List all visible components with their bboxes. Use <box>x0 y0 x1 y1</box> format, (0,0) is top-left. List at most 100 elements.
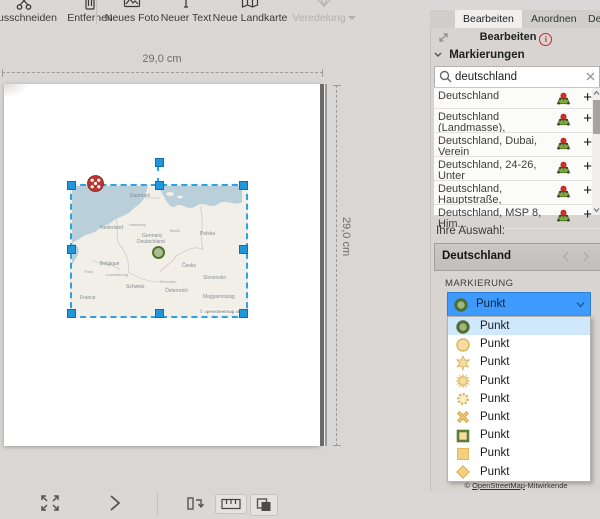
marker-style-label: Punkt <box>480 338 509 350</box>
tab-bearbeiten[interactable]: Bearbeiten <box>455 10 522 28</box>
clear-search-icon[interactable] <box>585 71 596 82</box>
resize-handle-top-right[interactable] <box>239 181 248 190</box>
marker-style-label: Punkt <box>480 356 509 368</box>
scroll-up-icon[interactable] <box>593 90 600 96</box>
search-input[interactable] <box>455 67 577 86</box>
marker-style-option[interactable]: Punkt <box>448 408 590 426</box>
marker-style-icon <box>455 409 471 425</box>
marker-style-option[interactable]: Punkt <box>448 335 590 353</box>
cut-button[interactable]: Ausschneiden <box>0 0 57 27</box>
marker-style-icon <box>455 464 471 480</box>
text-icon <box>179 0 193 10</box>
results-scrollbar[interactable] <box>592 88 600 215</box>
resize-handle-bottom-right[interactable] <box>239 309 248 318</box>
resize-handle-right[interactable] <box>239 245 248 254</box>
marker-style-label: Punkt <box>480 411 509 423</box>
svg-text:München: München <box>160 279 176 284</box>
result-label: Deutschland, Hauptstraße, <box>434 181 600 205</box>
show-on-map-pin-icon[interactable] <box>556 112 571 127</box>
show-on-map-pin-icon[interactable] <box>556 208 571 223</box>
selected-marker-bar[interactable]: Deutschland <box>434 243 600 271</box>
info-icon[interactable]: i <box>539 33 552 46</box>
resize-handle-top[interactable] <box>155 181 164 190</box>
marker-style-icon <box>455 319 471 335</box>
svg-text:Česko: Česko <box>182 262 196 269</box>
scrollbar-thumb[interactable] <box>593 100 600 134</box>
resize-handle-bottom-left[interactable] <box>67 309 76 318</box>
marker-section-label: MARKIERUNG <box>445 278 513 289</box>
marker-style-option[interactable]: Punkt <box>448 390 590 408</box>
marker-style-label: Punkt <box>480 447 509 459</box>
horizontal-measure-line <box>2 72 323 73</box>
map-inline-credit: © openstreetmap.org <box>199 309 243 314</box>
result-row[interactable]: Deutschland + <box>434 88 600 109</box>
tab-anordnen[interactable]: Anordnen <box>523 10 585 28</box>
resize-handle-top-left[interactable] <box>67 181 76 190</box>
page-curl <box>4 84 30 98</box>
next-selection-icon[interactable] <box>582 251 590 262</box>
resize-handle-bottom[interactable] <box>155 309 164 318</box>
new-text-button[interactable]: Neuer Text <box>158 0 214 27</box>
selected-marker-name: Deutschland <box>442 250 511 262</box>
marker-style-options: Punkt Punkt Punkt Punkt Punkt Punkt Punk… <box>447 316 591 482</box>
resize-handle-left[interactable] <box>67 245 76 254</box>
add-marker-button[interactable]: + <box>583 110 592 127</box>
selected-marker-style-icon <box>453 297 469 313</box>
marker-style-option[interactable]: Punkt <box>448 463 590 481</box>
section-markierungen[interactable]: Markierungen <box>434 49 525 61</box>
show-on-map-pin-icon[interactable] <box>556 160 571 175</box>
search-results: Deutschland + Deutschland (Landmasse), +… <box>434 87 600 215</box>
add-marker-button[interactable]: + <box>583 158 592 175</box>
layers-toggle-button[interactable] <box>250 494 278 516</box>
marker-style-option[interactable]: Punkt <box>448 353 590 371</box>
add-marker-button[interactable]: + <box>583 89 592 106</box>
svg-text:Nederland: Nederland <box>100 225 123 231</box>
veredelung-button[interactable]: Veredelung <box>292 0 356 27</box>
result-label: Deutschland, Dubai, Verein <box>434 133 600 157</box>
add-marker-button[interactable]: + <box>583 206 592 223</box>
vertical-measure-line <box>336 85 337 446</box>
marker-style-dropdown[interactable]: Punkt <box>447 292 591 318</box>
toolbar-separator <box>96 0 97 24</box>
diamond-icon <box>316 0 332 7</box>
add-marker-button[interactable]: + <box>583 134 592 151</box>
show-on-map-pin-icon[interactable] <box>556 136 571 151</box>
result-row[interactable]: Deutschland, Hauptstraße, + <box>434 181 600 205</box>
result-row[interactable]: Deutschland (Landmasse), + <box>434 109 600 133</box>
scissors-icon <box>15 0 33 11</box>
result-label: Deutschland, 24-26, Unter <box>434 157 600 181</box>
delete-badge-icon[interactable] <box>87 175 104 192</box>
prev-selection-icon[interactable] <box>562 251 570 262</box>
map-element[interactable]: DanmarkNederlandHamburgBerlinGermanyDeut… <box>70 184 248 318</box>
show-on-map-pin-icon[interactable] <box>556 91 571 106</box>
result-row[interactable]: Deutschland, Dubai, Verein + <box>434 133 600 157</box>
add-marker-button[interactable]: + <box>583 182 592 199</box>
marker-style-option[interactable]: Punkt <box>448 372 590 390</box>
result-row[interactable]: Deutschland, 24-26, Unter + <box>434 157 600 181</box>
marker-style-option[interactable]: Punkt <box>448 426 590 444</box>
dropdown-chevron-icon <box>576 301 585 308</box>
svg-text:Berlin: Berlin <box>170 228 180 233</box>
tab-dekorieren[interactable]: Dekorieren <box>580 10 600 28</box>
osm-link[interactable]: OpenStreetMap <box>472 481 525 490</box>
svg-text:Schweiz: Schweiz <box>126 284 145 290</box>
new-map-button[interactable]: Neue Landkarte <box>210 0 290 27</box>
svg-text:Luxembourg: Luxembourg <box>106 272 128 277</box>
marker-style-label: Punkt <box>480 466 509 478</box>
top-toolbar: Ausschneiden Entfernen Neues Foto Neuer … <box>0 0 432 27</box>
next-page-icon[interactable] <box>108 494 122 512</box>
ruler-toggle-button[interactable] <box>215 494 247 514</box>
marker-style-option[interactable]: Punkt <box>448 317 590 335</box>
result-label: Deutschland (Landmasse), <box>434 109 600 133</box>
marker-style-icon <box>455 428 471 444</box>
page-turn-icon[interactable] <box>186 496 204 512</box>
rotation-handle[interactable] <box>155 158 164 167</box>
fullscreen-icon[interactable] <box>40 494 60 512</box>
new-photo-button[interactable]: Neues Foto <box>103 0 161 27</box>
marker-style-option[interactable]: Punkt <box>448 444 590 462</box>
svg-text:Deutschland: Deutschland <box>137 239 165 245</box>
svg-text:Belgique: Belgique <box>100 261 120 267</box>
marker-style-label: Punkt <box>480 393 509 405</box>
show-on-map-pin-icon[interactable] <box>556 184 571 199</box>
scroll-down-icon[interactable] <box>593 207 600 213</box>
